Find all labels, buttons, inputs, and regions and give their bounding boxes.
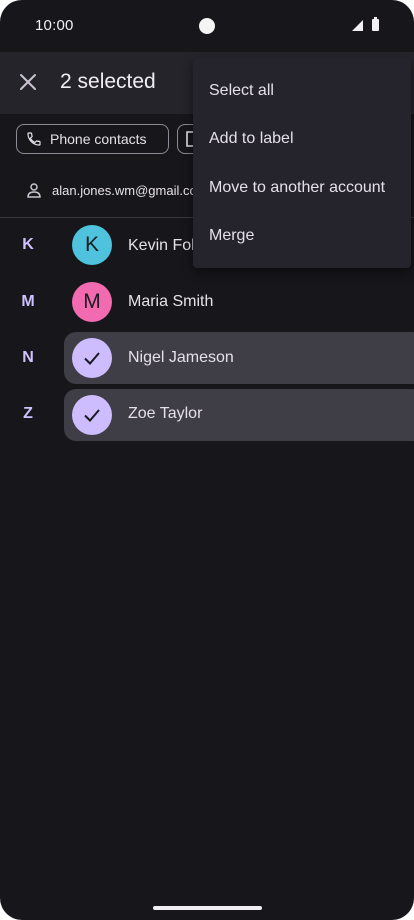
contact-name[interactable]: Nigel Jameson [128, 349, 234, 367]
chip-label: Phone contacts [50, 131, 147, 147]
menu-item-merge[interactable]: Merge [209, 227, 254, 245]
selected-contact-row[interactable] [64, 389, 414, 441]
contact-name[interactable]: Zoe Taylor [128, 405, 202, 423]
menu-item-select-all[interactable]: Select all [209, 82, 274, 100]
status-bar: 10:00 [0, 0, 414, 52]
phone-contacts-chip[interactable]: Phone contacts [16, 124, 169, 154]
account-email: alan.jones.wm@gmail.com [52, 183, 208, 198]
menu-item-add-to-label[interactable]: Add to label [209, 130, 294, 148]
close-icon[interactable] [16, 70, 40, 94]
signal-icon [352, 20, 363, 31]
section-letter-m: M [21, 293, 35, 310]
camera-cutout [199, 18, 215, 34]
check-icon [84, 409, 100, 422]
section-letter-k: K [22, 236, 34, 253]
avatar[interactable]: M [72, 282, 112, 322]
overflow-menu: Select all Add to label Move to another … [193, 58, 411, 268]
contact-name[interactable]: Maria Smith [128, 293, 213, 311]
section-letter-n: N [22, 349, 34, 366]
battery-icon [372, 17, 379, 31]
phone-icon [27, 132, 41, 146]
gesture-nav-handle[interactable] [153, 906, 262, 910]
page-title: 2 selected [60, 70, 156, 93]
person-icon [26, 182, 42, 203]
avatar[interactable]: K [72, 225, 112, 265]
avatar[interactable] [72, 338, 112, 378]
status-time: 10:00 [35, 17, 74, 34]
section-letter-z: Z [23, 405, 33, 422]
phone-screen: 10:00 2 selected Phone contacts alan.jon… [0, 0, 414, 920]
selected-contact-row[interactable] [64, 332, 414, 384]
check-icon [84, 352, 100, 365]
avatar[interactable] [72, 395, 112, 435]
menu-item-move-account[interactable]: Move to another account [209, 179, 385, 197]
